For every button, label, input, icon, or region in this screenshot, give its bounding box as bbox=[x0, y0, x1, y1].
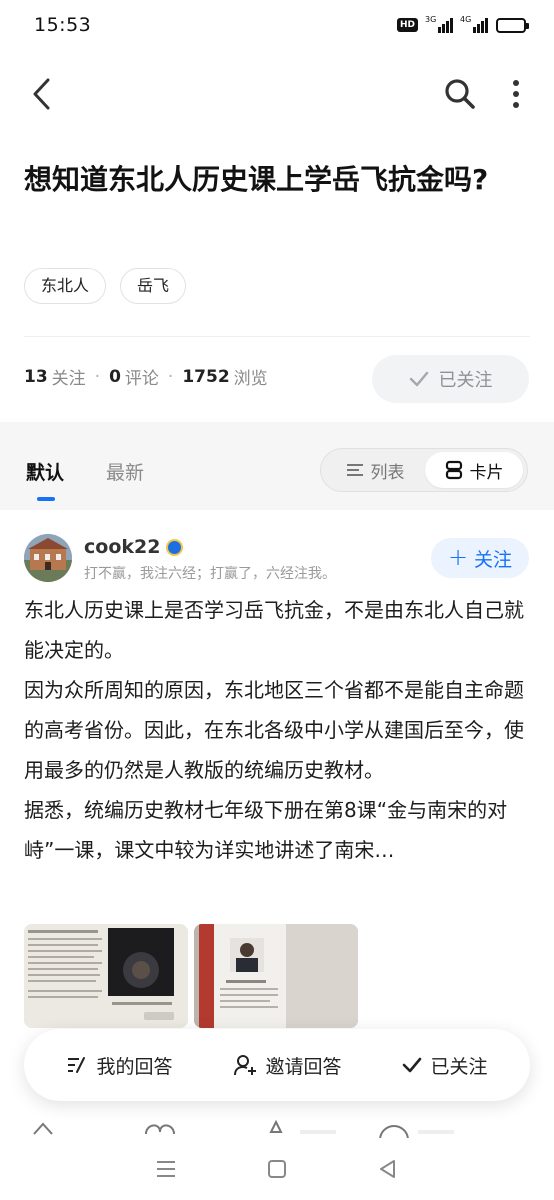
answer-image-author-page[interactable] bbox=[194, 924, 358, 1028]
answer-excerpt[interactable]: 东北人历史课上是否学习岳飞抗金，不是由东北人自己就能决定的。 因为众所周知的原因… bbox=[24, 590, 524, 870]
comment-label[interactable]: 评论 bbox=[125, 364, 159, 389]
view-count: 1752 bbox=[182, 366, 230, 387]
status-bar: 15:53 HD 3G 4G bbox=[0, 0, 554, 50]
divider bbox=[24, 336, 530, 337]
answer-paragraph: 东北人历史课上是否学习岳飞抗金，不是由东北人自己就能决定的。 bbox=[24, 598, 524, 662]
sim2-label: 4G bbox=[460, 15, 472, 24]
question-title: 想知道东北人历史课上学岳飞抗金吗? bbox=[24, 163, 489, 196]
author-bio: 打不赢，我注六经；打赢了，六经注我。 bbox=[84, 566, 336, 582]
tag-dongbeiren[interactable]: 东北人 bbox=[24, 268, 107, 304]
check-icon bbox=[403, 1057, 422, 1073]
signal-icon-sim2: 4G bbox=[460, 15, 488, 33]
status-icons: HD 3G 4G bbox=[396, 15, 529, 33]
tab-latest[interactable]: 最新 bbox=[106, 458, 144, 485]
view-card-option[interactable]: 卡片 bbox=[425, 452, 523, 488]
verified-badge-icon bbox=[166, 538, 184, 556]
invite-answer-button[interactable]: 邀请回答 bbox=[233, 1052, 342, 1079]
sort-bar: 默认 最新 列表 卡片 bbox=[0, 422, 554, 510]
active-tab-indicator bbox=[37, 497, 55, 501]
view-toggle: 列表 卡片 bbox=[320, 448, 528, 492]
my-answer-label: 我的回答 bbox=[96, 1055, 173, 1078]
card-label: 卡片 bbox=[469, 462, 504, 483]
avatar[interactable] bbox=[24, 534, 72, 582]
invite-label: 邀请回答 bbox=[265, 1055, 342, 1078]
followed-label: 已关注 bbox=[430, 1055, 488, 1078]
author-name[interactable]: cook22 bbox=[84, 536, 184, 558]
tag-yuefei[interactable]: 岳飞 bbox=[120, 268, 187, 304]
sim1-label: 3G bbox=[425, 15, 437, 24]
answer-images bbox=[24, 924, 358, 1028]
home-icon[interactable] bbox=[262, 1154, 292, 1184]
follow-count: 13 bbox=[24, 366, 48, 387]
followed-label: 已关注 bbox=[438, 370, 493, 391]
battery-icon bbox=[496, 17, 529, 33]
top-nav bbox=[0, 60, 554, 130]
answer-action-bar: 我的回答 邀请回答 已关注 bbox=[24, 1029, 530, 1101]
author-name-text: cook22 bbox=[84, 536, 161, 558]
answer-paragraph: 据悉，统编历史教材七年级下册在第8课“金与南宋的对峙”一课，课文中较为详实地讲述… bbox=[24, 798, 508, 862]
follow-author-label: 关注 bbox=[474, 548, 513, 571]
follow-author-button[interactable]: + 关注 bbox=[431, 538, 529, 578]
card-icon bbox=[445, 460, 462, 480]
answer-paragraph: 因为众所周知的原因，东北地区三个省都不是能自主命题的高考省份。因此，在东北各级中… bbox=[24, 678, 524, 782]
search-icon[interactable] bbox=[442, 76, 478, 112]
hd-icon: HD bbox=[396, 18, 418, 32]
list-label: 列表 bbox=[370, 462, 405, 483]
my-answer-button[interactable]: 我的回答 bbox=[66, 1052, 173, 1079]
view-list-option[interactable]: 列表 bbox=[327, 452, 423, 488]
followed-button[interactable]: 已关注 bbox=[402, 1052, 488, 1079]
list-icon bbox=[346, 464, 363, 476]
answer-bottom-bar bbox=[0, 1118, 554, 1138]
status-time: 15:53 bbox=[34, 14, 92, 36]
question-stats: 13 关注 · 0 评论 · 1752 浏览 bbox=[24, 364, 268, 390]
system-nav-bar bbox=[0, 1138, 554, 1200]
add-user-icon bbox=[234, 1055, 257, 1076]
view-label: 浏览 bbox=[233, 369, 268, 389]
edit-icon bbox=[68, 1057, 86, 1073]
check-icon bbox=[409, 371, 428, 387]
tab-default[interactable]: 默认 bbox=[26, 458, 64, 485]
follow-label: 关注 bbox=[51, 369, 86, 389]
plus-icon: + bbox=[447, 543, 469, 571]
more-vertical-icon[interactable] bbox=[504, 76, 528, 112]
answer-image-textbook[interactable] bbox=[24, 924, 188, 1028]
comment-count: 0 bbox=[109, 366, 121, 387]
signal-icon-sim1: 3G bbox=[425, 15, 453, 33]
question-followed-button[interactable]: 已关注 bbox=[372, 355, 529, 403]
back-nav-icon[interactable] bbox=[373, 1154, 403, 1184]
menu-icon[interactable] bbox=[151, 1154, 181, 1184]
tag-list: 东北人 岳飞 bbox=[24, 268, 187, 304]
back-icon[interactable] bbox=[26, 74, 58, 114]
